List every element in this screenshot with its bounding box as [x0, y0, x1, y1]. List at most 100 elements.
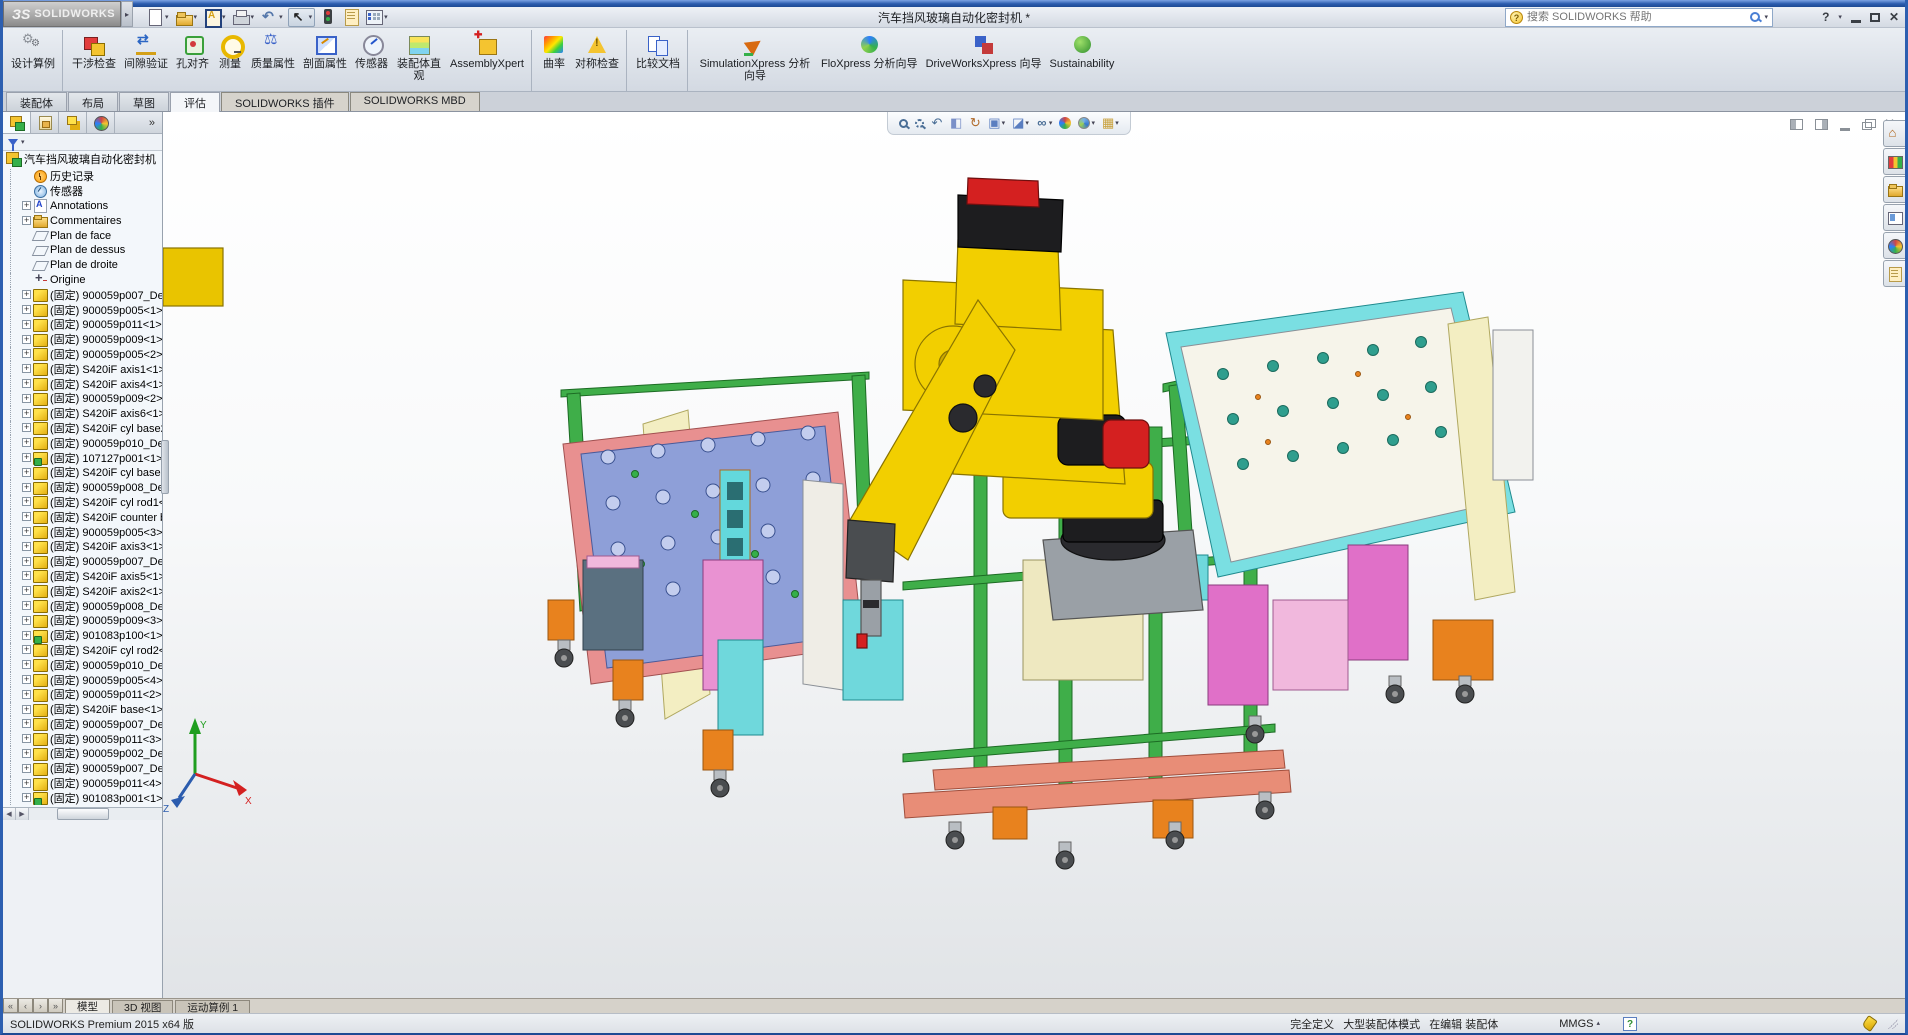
- expander-icon[interactable]: [22, 586, 31, 595]
- command-tab[interactable]: 装配体: [6, 92, 67, 111]
- menu-expander-icon[interactable]: ▸: [121, 1, 133, 27]
- tree-item[interactable]: (固定) 900059p005<3>: [5, 524, 162, 539]
- expander-icon[interactable]: [22, 379, 31, 388]
- ribbon-button[interactable]: 设计算例: [7, 30, 59, 91]
- dropdown-caret-icon[interactable]: ▾: [165, 14, 169, 21]
- tree-item[interactable]: Plan de face: [5, 228, 162, 243]
- expander-icon[interactable]: [22, 675, 31, 684]
- expander-icon[interactable]: [22, 512, 31, 521]
- expander-icon[interactable]: [22, 719, 31, 728]
- tree-item[interactable]: Origine: [5, 273, 162, 288]
- hud-caret-icon[interactable]: ▾: [1049, 120, 1053, 127]
- help-caret-icon[interactable]: ▾: [1838, 14, 1842, 21]
- expander-icon[interactable]: [22, 394, 31, 403]
- tree-item[interactable]: (固定) S420iF axis6<1>: [5, 406, 162, 421]
- viewport-3d[interactable]: Y X Z: [163, 112, 1905, 998]
- expander-icon[interactable]: [22, 542, 31, 551]
- dropdown-caret-icon[interactable]: ▾: [194, 14, 198, 21]
- tree-item[interactable]: (固定) S420iF cyl base1: [5, 465, 162, 480]
- expander-icon[interactable]: [22, 660, 31, 669]
- left-fixture[interactable]: [548, 372, 903, 797]
- expander-icon[interactable]: [22, 216, 31, 225]
- tree-item[interactable]: (固定) 900059p009<1>: [5, 332, 162, 347]
- hud-button[interactable]: [947, 113, 965, 133]
- tree-root-item[interactable]: 汽车挡风玻璃自动化密封机: [3, 151, 162, 166]
- ribbon-button[interactable]: Sustainability: [1046, 30, 1119, 91]
- expander-icon[interactable]: [22, 616, 31, 625]
- hud-button[interactable]: ▾: [1099, 113, 1122, 133]
- tree-item[interactable]: (固定) S420iF axis3<1>: [5, 539, 162, 554]
- hud-button[interactable]: [966, 113, 984, 133]
- tree-item[interactable]: (固定) S420iF axis1<1>: [5, 361, 162, 376]
- dropdown-caret-icon[interactable]: ▾: [384, 14, 388, 21]
- panel-tab[interactable]: [59, 112, 87, 133]
- tree-item[interactable]: (固定) S420iF axis2<1>: [5, 583, 162, 598]
- expander-icon[interactable]: [22, 335, 31, 344]
- expander-icon[interactable]: [22, 290, 31, 299]
- expander-icon[interactable]: [22, 557, 31, 566]
- quick-tips-button[interactable]: ?: [1623, 1017, 1637, 1031]
- tree-horizontal-scrollbar[interactable]: ◀ ▶: [3, 807, 162, 820]
- expander-icon[interactable]: [22, 601, 31, 610]
- quick-access-button[interactable]: ▾: [145, 8, 171, 27]
- pane-left-icon[interactable]: [1790, 119, 1803, 130]
- ribbon-button[interactable]: 曲率: [531, 30, 571, 91]
- units-selector[interactable]: MMGS ▴: [1559, 1018, 1600, 1030]
- task-pane-tab[interactable]: [1883, 148, 1905, 175]
- tree-item[interactable]: (固定) 900059p011<2>: [5, 687, 162, 702]
- expander-icon[interactable]: [22, 453, 31, 462]
- hud-button[interactable]: ▾: [1009, 113, 1032, 133]
- tree-item[interactable]: Commentaires: [5, 213, 162, 228]
- expander-icon[interactable]: [22, 690, 31, 699]
- expander-icon[interactable]: [22, 793, 31, 802]
- scrollbar-thumb[interactable]: [57, 808, 109, 820]
- search-input[interactable]: [1527, 11, 1746, 23]
- hud-caret-icon[interactable]: ▾: [1115, 120, 1119, 127]
- help-button[interactable]: ?: [1822, 10, 1829, 24]
- maximize-button[interactable]: [1870, 13, 1880, 22]
- command-tab[interactable]: 草图: [119, 92, 169, 111]
- ribbon-button[interactable]: AssemblyXpert: [446, 30, 528, 91]
- command-tab[interactable]: SOLIDWORKS MBD: [350, 92, 480, 111]
- resize-grip[interactable]: [1888, 1019, 1898, 1029]
- tree-item[interactable]: (固定) 900059p007_Def: [5, 554, 162, 569]
- dropdown-caret-icon[interactable]: ▾: [251, 14, 255, 21]
- ribbon-button[interactable]: 装配体直观: [392, 30, 446, 91]
- expander-icon[interactable]: [22, 438, 31, 447]
- expander-icon[interactable]: [22, 631, 31, 640]
- expander-icon[interactable]: [22, 779, 31, 788]
- search-icon[interactable]: [1750, 12, 1760, 22]
- expander-icon[interactable]: [22, 764, 31, 773]
- filter-caret-icon[interactable]: ▾: [21, 139, 25, 146]
- panel-tab[interactable]: [31, 112, 59, 133]
- tree-item[interactable]: (固定) 901083p100<1>: [5, 628, 162, 643]
- expander-icon[interactable]: [22, 705, 31, 714]
- expander-icon[interactable]: [22, 483, 31, 492]
- tree-item[interactable]: Plan de droite: [5, 258, 162, 273]
- ribbon-button[interactable]: 测量: [213, 30, 247, 91]
- tree-item[interactable]: (固定) 901083p001<1>: [5, 790, 162, 805]
- sheet-nav-icon[interactable]: »: [48, 999, 63, 1013]
- quick-access-button[interactable]: [318, 8, 338, 27]
- sheet-tab[interactable]: 3D 视图: [112, 1000, 173, 1013]
- assembly-3d-model[interactable]: Y X Z: [163, 112, 1905, 998]
- minimize-button[interactable]: [1851, 20, 1861, 23]
- ribbon-button[interactable]: FloXpress 分析向导: [817, 30, 922, 91]
- expander-icon[interactable]: [22, 527, 31, 536]
- doc-restore-button[interactable]: [1862, 122, 1872, 130]
- tree-item[interactable]: (固定) 900059p011<1>: [5, 317, 162, 332]
- sheet-nav-icon[interactable]: ‹: [18, 999, 33, 1013]
- doc-minimize-button[interactable]: [1840, 128, 1850, 131]
- expander-icon[interactable]: [22, 320, 31, 329]
- hud-caret-icon[interactable]: ▾: [1091, 120, 1095, 127]
- expander-icon[interactable]: [22, 364, 31, 373]
- tree-item[interactable]: Annotations: [5, 199, 162, 214]
- sheet-nav-icon[interactable]: ›: [33, 999, 48, 1013]
- scroll-right-icon[interactable]: ▶: [16, 808, 29, 820]
- dropdown-caret-icon[interactable]: ▾: [222, 14, 226, 21]
- hud-button[interactable]: ▾: [1033, 113, 1056, 133]
- task-pane-tab[interactable]: [1883, 204, 1905, 231]
- filter-icon[interactable]: [8, 139, 18, 146]
- close-button[interactable]: ✕: [1889, 10, 1899, 24]
- task-pane-tab[interactable]: [1883, 232, 1905, 259]
